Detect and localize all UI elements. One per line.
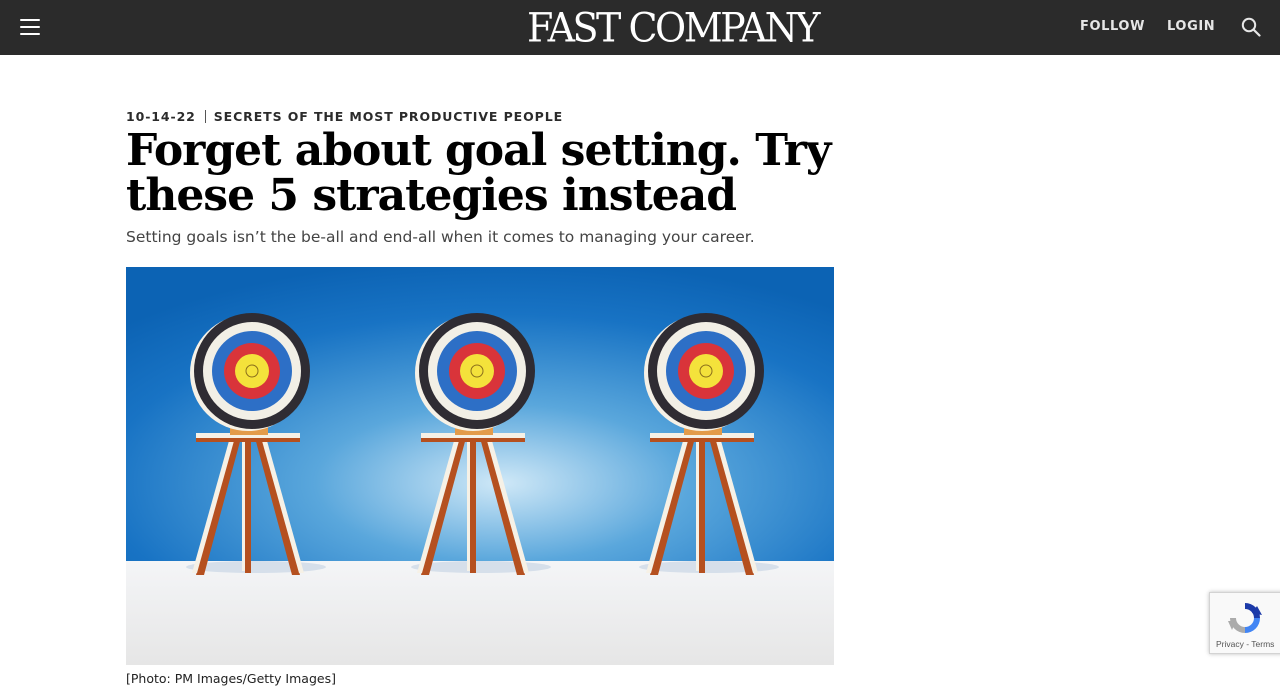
section-link[interactable]: SECRETS OF THE MOST PRODUCTIVE PEOPLE <box>214 109 563 124</box>
article-headline: Forget about goal setting. Try these 5 s… <box>126 125 832 221</box>
recaptcha-badge[interactable]: Privacy - Terms <box>1209 592 1280 654</box>
search-icon[interactable] <box>1241 17 1261 37</box>
article-date: 10-14-22 <box>126 109 196 124</box>
recaptcha-icon <box>1228 603 1262 633</box>
article-dek: Setting goals isn’t the be-all and end-a… <box>126 228 755 246</box>
menu-icon[interactable] <box>20 17 40 37</box>
follow-link[interactable]: FOLLOW <box>1080 19 1145 34</box>
login-link[interactable]: LOGIN <box>1167 19 1215 34</box>
privacy-link[interactable]: Privacy <box>1216 639 1244 649</box>
terms-link[interactable]: Terms <box>1251 639 1274 649</box>
image-caption: [Photo: PM Images/Getty Images] <box>126 671 336 686</box>
meta-divider <box>204 110 206 123</box>
site-header: FAST COMPANY FOLLOW LOGIN <box>0 0 1280 55</box>
archery-targets-illustration <box>126 267 834 665</box>
recaptcha-links: Privacy - Terms <box>1216 639 1274 649</box>
site-logo[interactable]: FAST COMPANY <box>527 5 820 51</box>
hero-image <box>126 267 834 665</box>
article-meta: 10-14-22 SECRETS OF THE MOST PRODUCTIVE P… <box>126 109 563 124</box>
